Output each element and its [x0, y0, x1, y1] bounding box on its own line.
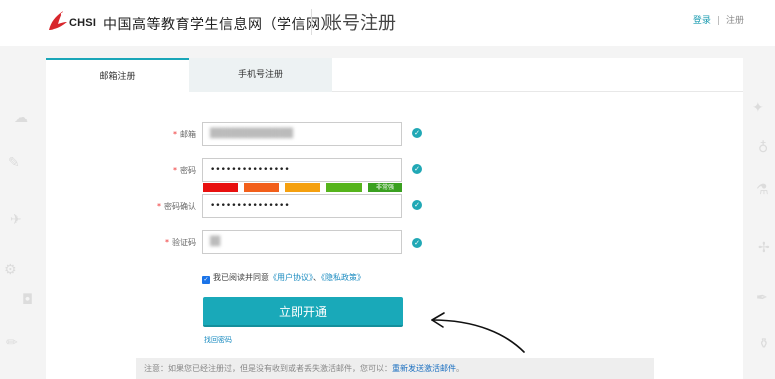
tab-bar: 邮箱注册 手机号注册: [46, 58, 743, 93]
tab-email-register[interactable]: 邮箱注册: [46, 58, 189, 93]
password-valid-check-icon: ✓: [412, 164, 422, 174]
pen-icon: ✒: [756, 290, 768, 306]
agree-checkbox[interactable]: ✓: [202, 276, 210, 284]
link-separator: |: [716, 16, 720, 26]
resend-activation-link[interactable]: 重新发送激活邮件: [392, 364, 456, 373]
pencil-icon: ✏: [6, 335, 18, 351]
camera-icon: ◘: [22, 292, 34, 308]
graduation-cap-icon: ✎: [8, 155, 20, 171]
agreement-row: ✓ 我已阅读并同意《用户协议》、《隐私政策》: [202, 272, 365, 284]
logo-text[interactable]: CHSI: [69, 17, 96, 29]
password-label: * 密码: [173, 166, 196, 175]
cloud-icon: ☁: [14, 110, 28, 126]
email-label: * 邮箱: [173, 130, 196, 139]
header-divider: [311, 9, 312, 35]
privacy-policy-link[interactable]: 《隐私政策》: [321, 273, 365, 282]
top-links: 登录 | 注册: [693, 13, 744, 26]
flask-icon: ⚱: [758, 336, 770, 352]
notice-text: 注意：如果您已经注册过，但是没有收到或者丢失激活邮件，您可以：: [144, 364, 392, 373]
chsi-logo-icon[interactable]: [46, 8, 68, 34]
strength-label: 非常强: [368, 183, 402, 192]
stethoscope-icon: ♁: [758, 140, 769, 156]
confirm-valid-check-icon: ✓: [412, 200, 422, 210]
password-field[interactable]: •••••••••••••••: [202, 158, 402, 182]
site-name[interactable]: 中国高等教育学生信息网（学信网）: [103, 14, 335, 34]
top-header: CHSI 中国高等教育学生信息网（学信网） 账号注册 登录 | 注册: [0, 0, 775, 46]
register-link[interactable]: 注册: [726, 16, 744, 26]
gear-icon: ⚙: [4, 262, 17, 278]
register-card: 邮箱注册 手机号注册: [46, 58, 743, 379]
confirm-label: * 密码确认: [157, 202, 196, 211]
captcha-value: █▌: [210, 237, 224, 247]
email-value: ████████████: [210, 129, 294, 139]
login-link[interactable]: 登录: [693, 16, 711, 26]
captcha-field[interactable]: █▌: [202, 230, 402, 254]
rocket-icon: ✈: [10, 212, 22, 228]
confirm-password-field[interactable]: •••••••••••••••: [202, 194, 402, 218]
user-agreement-link[interactable]: 《用户协议》: [269, 273, 313, 282]
hand-drawn-arrow-icon: [431, 312, 525, 353]
strength-bar-3: [285, 183, 320, 192]
activate-button[interactable]: 立即开通: [203, 297, 403, 327]
forgot-password-link[interactable]: 找回密码: [204, 335, 232, 345]
strength-bar-1: [203, 183, 238, 192]
bulb-icon: ✦: [752, 100, 764, 116]
captcha-label: * 验证码: [165, 238, 196, 247]
page-title: 账号注册: [324, 13, 396, 34]
compass-icon: ✢: [758, 240, 770, 256]
confirm-value: •••••••••••••••: [210, 201, 290, 211]
email-field[interactable]: ████████████: [202, 122, 402, 146]
email-valid-check-icon: ✓: [412, 128, 422, 138]
tab-phone-register[interactable]: 手机号注册: [189, 58, 332, 92]
agree-text: 我已阅读并同意: [213, 273, 269, 282]
strength-bar-2: [244, 183, 279, 192]
notice-bar: 注意：如果您已经注册过，但是没有收到或者丢失激活邮件，您可以：重新发送激活邮件。: [136, 358, 654, 379]
agree-separator: 、: [313, 273, 321, 282]
microscope-icon: ⚗: [756, 182, 769, 198]
password-value: •••••••••••••••: [210, 165, 290, 175]
captcha-valid-check-icon: ✓: [412, 238, 422, 248]
notice-tail: 。: [456, 364, 464, 373]
strength-bar-4: [326, 183, 362, 192]
